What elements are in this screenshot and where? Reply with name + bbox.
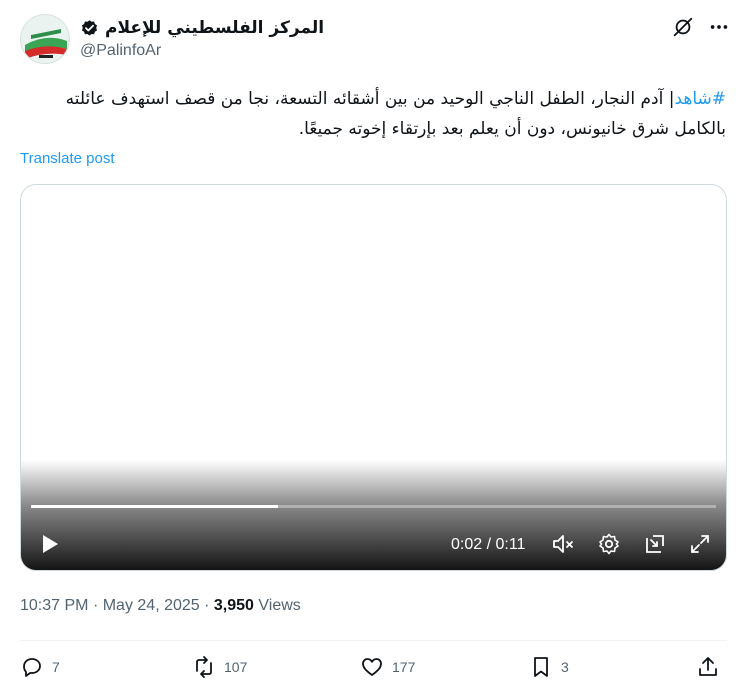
divider bbox=[20, 640, 727, 641]
video-progress-fill bbox=[31, 505, 278, 508]
author-name-row: المركز الفلسطيني للإعلام bbox=[80, 16, 324, 40]
like-count: 177 bbox=[392, 659, 416, 675]
translate-post-link[interactable]: Translate post bbox=[20, 150, 115, 167]
share-icon bbox=[699, 657, 717, 676]
author-handle[interactable]: @PalinfoAr bbox=[80, 42, 324, 60]
repost-icon bbox=[196, 656, 212, 678]
tweet-text: #شاهد| آدم النجار، الطفل الناجي الوحيد م… bbox=[20, 84, 726, 144]
mute-icon[interactable] bbox=[551, 532, 575, 556]
reply-count: 7 bbox=[52, 659, 60, 675]
meta-separator: · bbox=[204, 597, 210, 614]
picture-in-picture-icon[interactable] bbox=[643, 532, 667, 556]
tweet-meta: 10:37 PM · May 24, 2025 · 3,950 Views bbox=[20, 597, 301, 615]
header-actions bbox=[672, 16, 730, 38]
settings-gear-icon[interactable] bbox=[597, 532, 621, 556]
tweet-date[interactable]: May 24, 2025 bbox=[103, 597, 200, 614]
fullscreen-icon[interactable] bbox=[688, 532, 712, 556]
more-options-icon[interactable] bbox=[708, 16, 730, 38]
tweet-time[interactable]: 10:37 PM bbox=[20, 597, 88, 614]
like-button[interactable]: 177 bbox=[360, 655, 415, 679]
author-avatar[interactable] bbox=[20, 14, 70, 64]
views-label: Views bbox=[258, 597, 301, 614]
verified-badge-icon[interactable] bbox=[80, 19, 99, 38]
tweet-header: المركز الفلسطيني للإعلام @PalinfoAr bbox=[20, 14, 730, 66]
tweet-actions: 7 107 177 3 bbox=[20, 655, 727, 687]
bookmark-count: 3 bbox=[561, 659, 569, 675]
hashtag-link[interactable]: #شاهد bbox=[674, 89, 726, 109]
video-player[interactable]: 0:02 / 0:11 bbox=[20, 184, 727, 571]
author-names: المركز الفلسطيني للإعلام @PalinfoAr bbox=[80, 16, 324, 60]
bookmark-button[interactable]: 3 bbox=[529, 655, 569, 679]
bookmark-icon bbox=[534, 657, 548, 677]
views-count: 3,950 bbox=[213, 597, 254, 614]
repost-count: 107 bbox=[224, 659, 248, 675]
meta-separator: · bbox=[92, 597, 99, 614]
author-display-name[interactable]: المركز الفلسطيني للإعلام bbox=[105, 18, 324, 38]
tweet-body: | آدم النجار، الطفل الناجي الوحيد من بين… bbox=[65, 89, 726, 139]
video-time: 0:02 / 0:11 bbox=[451, 536, 526, 553]
reply-button[interactable]: 7 bbox=[20, 655, 60, 679]
repost-button[interactable]: 107 bbox=[192, 655, 247, 679]
reply-icon bbox=[23, 658, 41, 677]
video-progress-bar[interactable] bbox=[31, 505, 716, 508]
heart-icon bbox=[362, 658, 382, 676]
play-icon[interactable] bbox=[37, 532, 61, 556]
grok-icon[interactable] bbox=[672, 16, 694, 38]
author-logo-icon bbox=[21, 15, 69, 63]
share-button[interactable] bbox=[696, 655, 720, 679]
